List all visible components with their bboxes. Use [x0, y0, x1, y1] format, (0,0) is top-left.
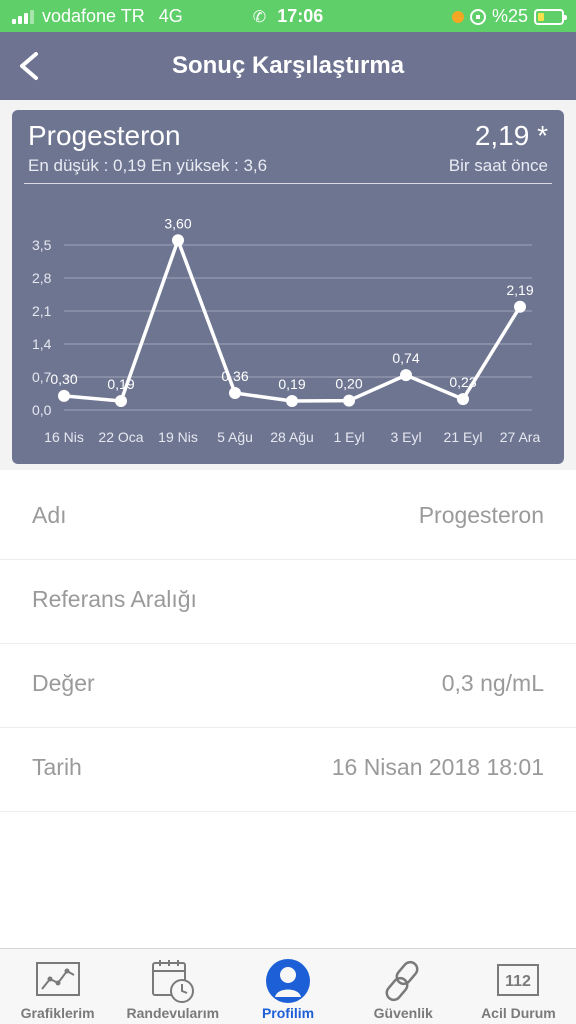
y-tick-label: 2,8: [32, 270, 52, 286]
x-tick-label: 1 Eyl: [333, 429, 364, 445]
phone-icon: ✆: [252, 9, 267, 26]
data-label: 0,20: [335, 376, 362, 392]
row-value-amount: Değer 0,3 ng/mL: [0, 644, 576, 728]
x-tick-label: 22 Oca: [98, 429, 143, 445]
data-point: [172, 234, 184, 247]
result-card: Progesteron 2,19 * En düşük : 0,19 En yü…: [12, 110, 564, 464]
data-label: 0,36: [221, 368, 248, 384]
x-tick-label: 16 Nis: [44, 429, 84, 445]
data-point: [457, 393, 469, 406]
x-tick-label: 27 Ara: [500, 429, 541, 445]
data-point: [343, 394, 355, 407]
battery-icon: [534, 8, 567, 25]
data-point: [514, 300, 526, 313]
emergency-number: 112: [506, 973, 532, 990]
chain-link-icon: [385, 960, 419, 1002]
row-value: 16 Nisan 2018 18:01: [331, 754, 544, 780]
data-label: 0,23: [449, 374, 476, 390]
tab-profilim[interactable]: Profilim: [230, 949, 345, 1024]
chart-icon: [35, 962, 80, 996]
profile-icon: [266, 959, 310, 1003]
tab-label: Randevularım: [126, 1005, 220, 1021]
recording-dot-icon: [451, 10, 464, 23]
x-tick-label: 28 Ağu: [270, 429, 314, 445]
data-label: 2,19: [506, 282, 533, 298]
y-tick-label: 1,4: [32, 336, 52, 352]
data-point: [115, 395, 127, 408]
status-bar: vodafone TR 4G ✆ 17:06 %25: [0, 0, 576, 32]
status-right: %25: [451, 6, 567, 27]
row-label: Tarih: [32, 754, 82, 780]
row-reference-range: Referans Aralığı: [0, 560, 576, 644]
orientation-lock-icon: [469, 8, 486, 25]
row-value: 0,3 ng/mL: [441, 670, 544, 696]
emergency-112-icon: 112: [497, 964, 540, 996]
data-label: 3,60: [164, 215, 191, 231]
row-label: Adı: [32, 502, 67, 528]
data-label: 0,30: [50, 371, 77, 387]
tab-randevularim[interactable]: Randevularım: [115, 949, 230, 1024]
line-chart: 0,0 0,7 1,4 2,1 2,8 3,5 16 Nis 22 Oca 19 Nis 5 Ağ…: [32, 215, 541, 445]
data-point: [58, 389, 70, 402]
tab-label: Grafiklerim: [20, 1005, 95, 1021]
x-tick-label: 3 Eyl: [390, 429, 421, 445]
tab-label: Acil Durum: [481, 1005, 556, 1021]
tab-bar: Grafiklerim Randevularım Profilim Güvenl…: [0, 948, 576, 1024]
y-tick-label: 3,5: [32, 237, 52, 253]
battery-percent: %25: [491, 6, 528, 26]
tab-guvenlik[interactable]: Güvenlik: [346, 949, 461, 1024]
row-label: Değer: [32, 670, 95, 696]
tab-acil-durum[interactable]: 112 Acil Durum: [461, 949, 576, 1024]
row-label: Referans Aralığı: [32, 586, 197, 612]
y-tick-label: 2,1: [32, 303, 52, 319]
tab-grafiklerim[interactable]: Grafiklerim: [0, 949, 115, 1024]
tab-label: Güvenlik: [373, 1005, 433, 1021]
status-time: 17:06: [277, 6, 324, 26]
x-tick-label: 5 Ağu: [217, 429, 253, 445]
calendar-clock-icon: [151, 960, 194, 1003]
y-tick-label: 0,0: [32, 402, 52, 418]
data-point: [229, 387, 241, 400]
data-point: [400, 369, 412, 382]
row-name: Adı Progesteron: [0, 476, 576, 560]
row-value: Progesteron: [418, 502, 544, 528]
y-tick-label: 0,7: [32, 369, 52, 385]
tab-label: Profilim: [261, 1005, 315, 1021]
data-label: 0,19: [278, 376, 305, 392]
nav-bar: Sonuç Karşılaştırma: [0, 32, 576, 100]
x-tick-label: 19 Nis: [158, 429, 198, 445]
page-title: Sonuç Karşılaştırma: [171, 52, 405, 79]
row-date: Tarih 16 Nisan 2018 18:01: [0, 728, 576, 812]
x-tick-label: 21 Eyl: [444, 429, 483, 445]
data-label: 0,19: [107, 376, 134, 392]
data-label: 0,74: [392, 350, 419, 366]
data-point: [286, 395, 298, 408]
